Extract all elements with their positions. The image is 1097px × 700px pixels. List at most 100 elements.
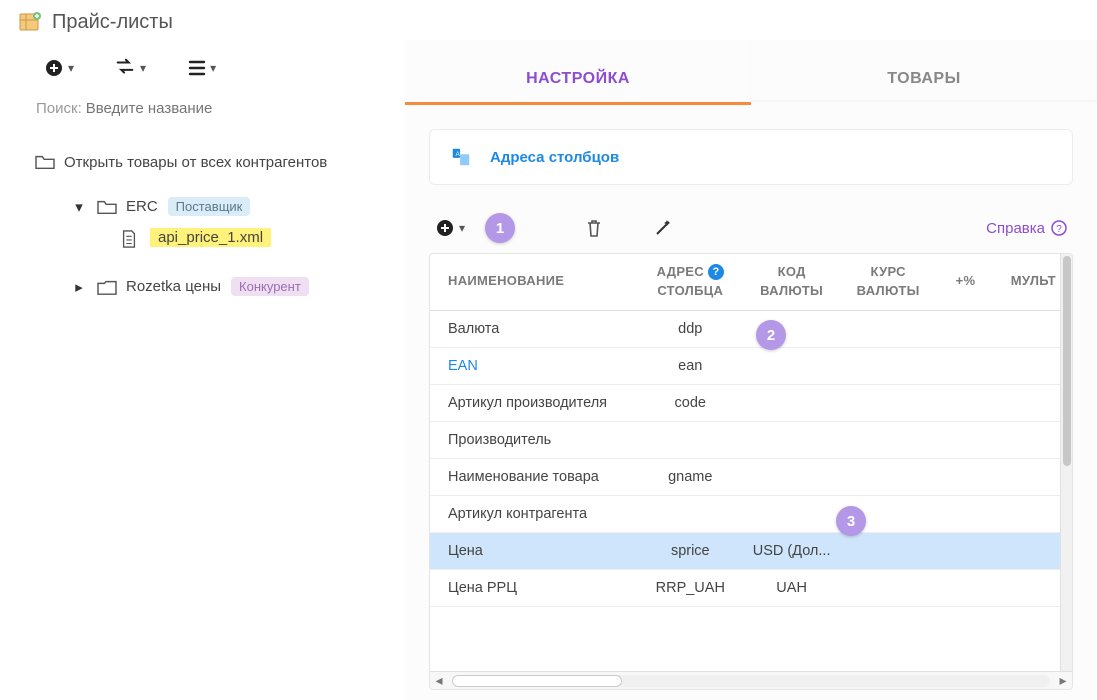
cell-currency: USD (Дол... — [743, 533, 840, 569]
cell-name: Цена РРЦ — [430, 570, 637, 606]
add-column-button[interactable]: ▾ — [435, 218, 465, 238]
horizontal-scrollbar[interactable]: ◂ ▸ — [430, 671, 1072, 689]
columns-icon: A — [450, 146, 472, 168]
cell-percent — [936, 578, 994, 598]
cell-percent — [936, 393, 994, 413]
cell-address: sprice — [637, 533, 743, 569]
folder-open-icon — [96, 198, 116, 216]
chevron-down-icon: ▾ — [210, 61, 216, 75]
tree-node-erc[interactable]: ▾ ERC Поставщик — [34, 191, 404, 222]
cell-percent — [936, 504, 994, 524]
cell-currency — [743, 430, 840, 450]
delete-button[interactable] — [585, 218, 603, 238]
cell-percent — [936, 319, 994, 339]
cell-name: EAN — [430, 348, 637, 384]
open-all-contractors[interactable]: Открыть товары от всех контрагентов — [34, 147, 404, 177]
th-address[interactable]: АДРЕС ? СТОЛБЦА — [637, 254, 743, 310]
table-row[interactable]: Наименование товараgname — [430, 459, 1072, 496]
cell-currency — [743, 393, 840, 413]
th-currency-code[interactable]: КОДВАЛЮТЫ — [743, 254, 840, 310]
scroll-left-icon[interactable]: ◂ — [430, 672, 448, 689]
table-row[interactable]: ЦенаspriceUSD (Дол... — [430, 533, 1072, 570]
cell-currency: UAH — [743, 570, 840, 606]
cell-percent — [936, 541, 994, 561]
cell-percent — [936, 467, 994, 487]
tab-settings[interactable]: НАСТРОЙКА — [405, 40, 751, 105]
cell-address — [637, 504, 743, 524]
tabs: НАСТРОЙКА ТОВАРЫ — [405, 40, 1097, 105]
cell-address: code — [637, 385, 743, 421]
open-all-label: Открыть товары от всех контрагентов — [64, 154, 327, 171]
supplier-tag: Поставщик — [168, 197, 251, 216]
table-row[interactable]: Артикул контрагента — [430, 496, 1072, 533]
table-row[interactable]: EANean — [430, 348, 1072, 385]
folder-open-icon — [34, 153, 54, 171]
sidebar: ▾ ▾ ▾ Поиск: — [0, 40, 405, 700]
cell-address: gname — [637, 459, 743, 495]
cell-percent — [936, 356, 994, 376]
tab-products[interactable]: ТОВАРЫ — [751, 40, 1097, 105]
cell-rate — [840, 356, 937, 376]
tree-file-label: api_price_1.xml — [150, 228, 271, 247]
table-row[interactable]: Производитель — [430, 422, 1072, 459]
cell-name: Артикул производителя — [430, 385, 637, 421]
pricelist-icon — [18, 10, 42, 34]
folder-icon — [96, 278, 116, 296]
tree-expand-icon[interactable]: ▸ — [72, 278, 86, 296]
cell-rate — [840, 578, 937, 598]
competitor-tag: Конкурент — [231, 277, 309, 296]
columns-table: НАИМЕНОВАНИЕ АДРЕС ? СТОЛБЦА КОДВАЛЮТЫ К… — [429, 253, 1073, 690]
cell-rate — [840, 319, 937, 339]
th-currency-rate[interactable]: КУРСВАЛЮТЫ — [840, 254, 937, 310]
add-button[interactable]: ▾ — [44, 58, 74, 78]
table-row[interactable]: Артикул производителяcode — [430, 385, 1072, 422]
search-input[interactable] — [86, 100, 366, 117]
columns-section-header[interactable]: A Адреса столбцов — [429, 129, 1073, 185]
page-title: Прайс-листы — [52, 11, 173, 34]
cell-percent — [936, 430, 994, 450]
sync-button[interactable]: ▾ — [114, 58, 146, 78]
magic-wand-button[interactable] — [653, 218, 673, 238]
cell-name: Производитель — [430, 422, 637, 458]
tree-node-label: ERC — [126, 198, 158, 215]
table-row[interactable]: Цена РРЦRRP_UAHUAH — [430, 570, 1072, 607]
cell-rate — [840, 430, 937, 450]
svg-text:A: A — [456, 151, 461, 158]
th-percent[interactable]: +% — [936, 255, 994, 309]
cell-currency — [743, 504, 840, 524]
cell-name: Валюта — [430, 311, 637, 347]
tree-collapse-icon[interactable]: ▾ — [72, 198, 86, 216]
search-label: Поиск: — [36, 100, 82, 117]
cell-name: Артикул контрагента — [430, 496, 637, 532]
scroll-right-icon[interactable]: ▸ — [1054, 672, 1072, 689]
content-panel: НАСТРОЙКА ТОВАРЫ A Адреса столбцов ▾ 1 — [405, 40, 1097, 700]
callout-bubble-1: 1 — [485, 213, 515, 243]
callout-bubble-2: 2 — [756, 320, 786, 350]
tree-node-rozetka[interactable]: ▸ Rozetka цены Конкурент — [34, 271, 404, 302]
file-icon — [120, 229, 140, 247]
cell-rate — [840, 393, 937, 413]
th-name[interactable]: НАИМЕНОВАНИЕ — [430, 255, 637, 309]
cell-address — [637, 430, 743, 450]
callout-bubble-3: 3 — [836, 506, 866, 536]
chevron-down-icon: ▾ — [459, 221, 465, 235]
columns-section-title: Адреса столбцов — [490, 149, 619, 166]
help-icon[interactable]: ? — [708, 264, 724, 280]
cell-name: Наименование товара — [430, 459, 637, 495]
tree-file-api-price[interactable]: api_price_1.xml — [34, 222, 404, 253]
title-bar: Прайс-листы — [0, 0, 1097, 40]
cell-address: ddp — [637, 311, 743, 347]
table-header: НАИМЕНОВАНИЕ АДРЕС ? СТОЛБЦА КОДВАЛЮТЫ К… — [430, 254, 1072, 311]
help-link[interactable]: Справка ? — [986, 220, 1067, 237]
cell-rate — [840, 467, 937, 487]
svg-text:?: ? — [1056, 224, 1062, 235]
tree-node-label: Rozetka цены — [126, 278, 221, 295]
vertical-scrollbar[interactable] — [1060, 254, 1072, 671]
list-button[interactable]: ▾ — [186, 59, 216, 77]
cell-name: Цена — [430, 533, 637, 569]
table-row[interactable]: Валютаddp — [430, 311, 1072, 348]
chevron-down-icon: ▾ — [68, 61, 74, 75]
chevron-down-icon: ▾ — [140, 61, 146, 75]
cell-address: RRP_UAH — [637, 570, 743, 606]
cell-address: ean — [637, 348, 743, 384]
